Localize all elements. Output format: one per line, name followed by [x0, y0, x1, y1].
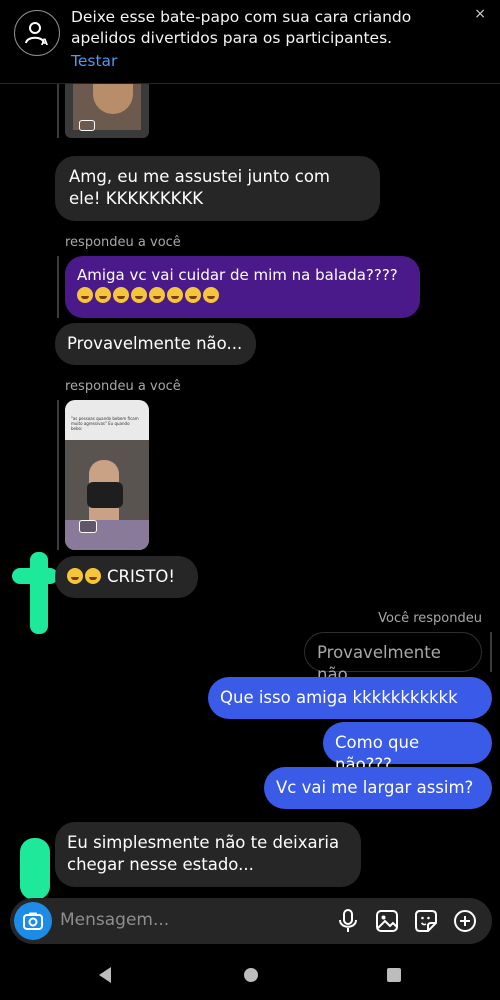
camera-icon[interactable] — [14, 902, 52, 940]
laughing-emoji-icon — [131, 287, 147, 303]
message-text: Amg, eu me assustei junto com ele! KKKKK… — [69, 167, 331, 208]
avatar-mark — [12, 568, 58, 584]
rofl-emoji-icon — [67, 568, 83, 584]
laughing-emoji-icon — [149, 287, 165, 303]
reply-bar — [57, 84, 59, 138]
svg-text:A: A — [41, 38, 48, 46]
reply-bar — [490, 632, 492, 672]
outgoing-message[interactable]: Vc vai me largar assim? — [264, 767, 492, 809]
close-icon[interactable]: × — [474, 6, 486, 22]
message-text: Eu simplesmente não te deixaria chegar n… — [67, 833, 340, 874]
outgoing-message[interactable]: Como que não??? — [323, 722, 492, 774]
plus-circle-icon[interactable] — [452, 908, 478, 934]
message-text: Que isso amiga kkkkkkkkkkk — [220, 688, 458, 707]
message-text: Vc vai me largar assim? — [276, 778, 474, 797]
thumbnail-caption: "as pessoas quando bebem ficam muito agr… — [71, 416, 139, 431]
reply-label: respondeu a você — [65, 235, 181, 250]
incoming-message[interactable]: Provavelmente não... — [55, 323, 256, 365]
laughing-emoji-icon — [203, 287, 219, 303]
sticker-icon[interactable] — [413, 908, 439, 934]
laughing-emoji-icon — [113, 287, 129, 303]
you-replied-label: Você respondeu — [378, 611, 482, 626]
avatar[interactable] — [20, 838, 50, 900]
laughing-emoji-icon — [77, 287, 93, 303]
quoted-own-message[interactable]: Provavelmente não... — [304, 632, 482, 684]
system-nav-bar — [0, 950, 500, 1000]
banner-text: Deixe esse bate-papo com sua cara criand… — [71, 8, 412, 47]
outgoing-message[interactable]: Que isso amiga kkkkkkkkkkk — [208, 677, 492, 719]
message-text: Provavelmente não... — [67, 334, 243, 353]
laughing-emoji-icon — [167, 287, 183, 303]
laughing-emoji-icon — [185, 287, 201, 303]
reply-bar — [57, 400, 59, 550]
avatar[interactable] — [30, 552, 48, 634]
video-icon — [79, 120, 95, 131]
try-link[interactable]: Testar — [71, 52, 117, 70]
shared-video-thumbnail[interactable]: "as pessoas quando bebem ficam muito agr… — [65, 400, 149, 550]
message-input[interactable]: Mensagem... — [60, 910, 169, 930]
nickname-icon: A — [14, 10, 60, 56]
incoming-message[interactable]: CRISTO! — [55, 556, 198, 598]
home-icon[interactable] — [243, 966, 259, 988]
recents-icon[interactable] — [386, 966, 402, 988]
reply-bar — [57, 256, 59, 318]
message-text: CRISTO! — [107, 567, 176, 586]
quoted-message[interactable]: Amiga vc vai cuidar de mim na balada???? — [65, 256, 420, 318]
gallery-icon[interactable] — [374, 908, 400, 934]
laughing-emojis — [77, 286, 408, 307]
shared-video-thumbnail[interactable] — [65, 84, 149, 138]
message-composer: Mensagem... — [10, 898, 492, 944]
back-icon[interactable] — [97, 966, 113, 988]
rofl-emoji-icon — [85, 568, 101, 584]
nickname-banner: A Deixe esse bate-papo com sua cara cria… — [0, 0, 500, 84]
incoming-message[interactable]: Amg, eu me assustei junto com ele! KKKKK… — [55, 156, 380, 221]
quoted-text: Amiga vc vai cuidar de mim na balada???? — [77, 266, 398, 284]
laughing-emoji-icon — [95, 287, 111, 303]
video-icon — [79, 520, 97, 533]
reply-label: respondeu a você — [65, 379, 181, 394]
microphone-icon[interactable] — [335, 908, 361, 934]
incoming-message[interactable]: Eu simplesmente não te deixaria chegar n… — [55, 822, 361, 887]
